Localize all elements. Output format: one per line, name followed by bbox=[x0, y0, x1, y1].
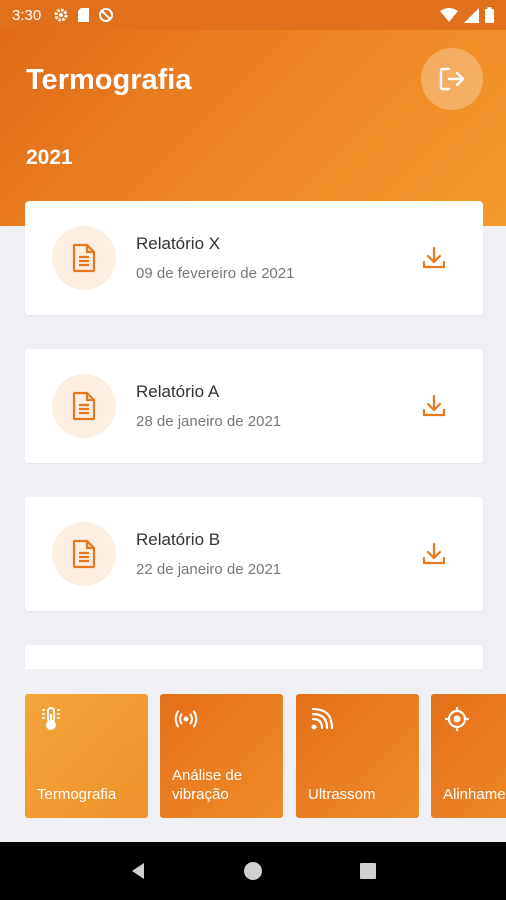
report-list: Relatório X 09 de fevereiro de 2021 Rela… bbox=[25, 201, 483, 669]
gear-icon bbox=[54, 8, 68, 22]
category-menu: Termografia Análise de vibração Ultrasso… bbox=[0, 694, 506, 818]
report-card[interactable]: Relatório B 22 de janeiro de 2021 bbox=[25, 497, 483, 611]
report-title: Relatório A bbox=[136, 382, 220, 401]
download-icon bbox=[422, 394, 446, 417]
menu-tile-label: Ultrassom bbox=[308, 786, 376, 803]
menu-tile-label: Alinhamento bbox=[443, 786, 506, 803]
recents-icon[interactable] bbox=[358, 861, 378, 881]
system-nav-bar bbox=[0, 842, 506, 900]
download-button[interactable] bbox=[421, 541, 447, 567]
menu-tile-label: Análise de vibração bbox=[172, 767, 243, 803]
document-icon bbox=[52, 522, 116, 586]
signal-icon bbox=[464, 7, 479, 23]
logout-button[interactable] bbox=[421, 48, 483, 110]
vibration-icon bbox=[174, 710, 198, 728]
header: Termografia 2021 bbox=[0, 30, 506, 226]
menu-tile-vibracao[interactable]: Análise de vibração bbox=[160, 694, 283, 818]
wifi-icon bbox=[440, 7, 458, 22]
report-title: Relatório B bbox=[136, 530, 221, 549]
menu-tile-ultrassom[interactable]: Ultrassom bbox=[296, 694, 419, 818]
sd-card-icon bbox=[78, 8, 90, 22]
download-icon bbox=[422, 542, 446, 565]
document-icon bbox=[52, 226, 116, 290]
report-date: 28 de janeiro de 2021 bbox=[136, 413, 282, 430]
thermometer-icon bbox=[42, 707, 60, 730]
menu-tile-termografia[interactable]: Termografia bbox=[25, 694, 148, 818]
menu-tile-label: Termografia bbox=[37, 786, 117, 803]
report-card[interactable]: Relatório X 09 de fevereiro de 2021 bbox=[25, 201, 483, 315]
download-icon bbox=[422, 246, 446, 269]
battery-icon bbox=[485, 7, 494, 23]
do-not-disturb-icon bbox=[99, 8, 114, 22]
report-date: 09 de fevereiro de 2021 bbox=[136, 265, 295, 282]
menu-tile-alinhamento[interactable]: Alinhamento bbox=[431, 694, 506, 818]
back-icon[interactable] bbox=[128, 861, 148, 881]
report-card[interactable]: Relatório A 28 de janeiro de 2021 bbox=[25, 349, 483, 463]
status-time: 3:30 bbox=[12, 6, 42, 24]
status-bar: 3:30 bbox=[0, 0, 506, 30]
report-date: 22 de janeiro de 2021 bbox=[136, 561, 282, 578]
report-title: Relatório X bbox=[136, 234, 221, 253]
download-button[interactable] bbox=[421, 393, 447, 419]
report-card-partial[interactable] bbox=[25, 645, 483, 669]
logout-icon bbox=[439, 67, 465, 91]
ultrasound-icon bbox=[311, 707, 334, 730]
document-icon bbox=[52, 374, 116, 438]
page-title: Termografia bbox=[26, 64, 192, 96]
home-icon[interactable] bbox=[243, 861, 263, 881]
download-button[interactable] bbox=[421, 245, 447, 271]
crosshair-icon bbox=[445, 707, 469, 731]
year-heading: 2021 bbox=[26, 146, 73, 169]
